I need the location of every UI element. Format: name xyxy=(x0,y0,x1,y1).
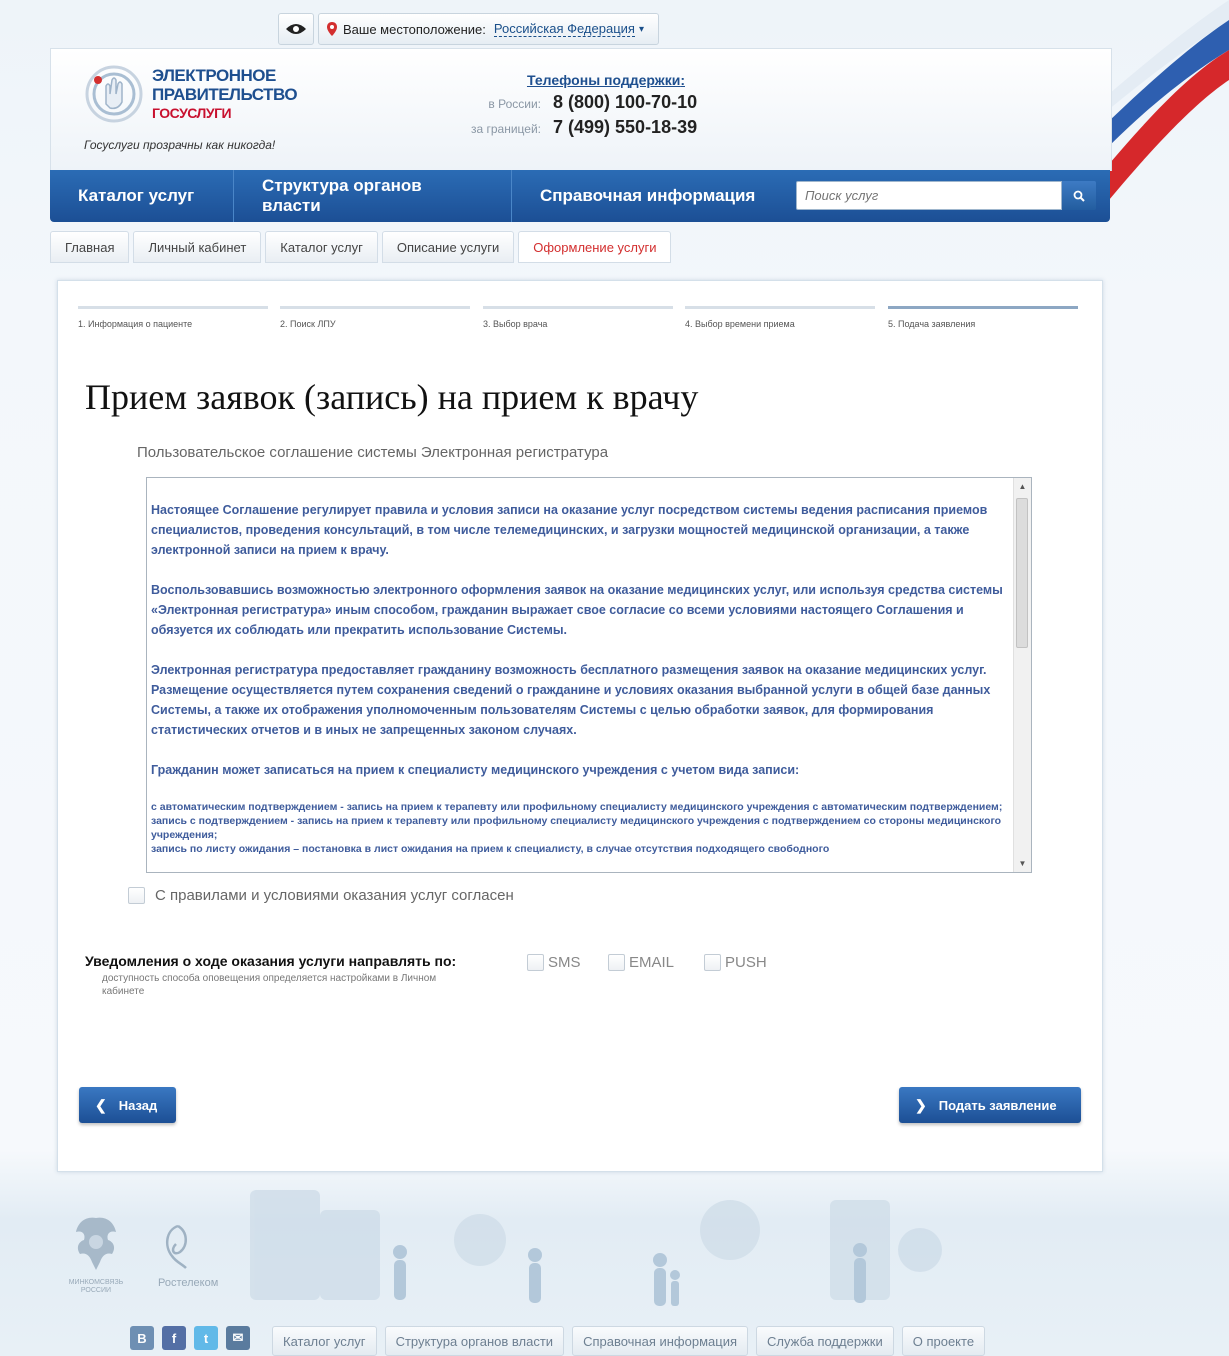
twitter-icon[interactable]: t xyxy=(194,1326,218,1350)
logo-text[interactable]: ЭЛЕКТРОННОЕ ПРАВИТЕЛЬСТВО ГОСУСЛУГИ xyxy=(152,66,298,123)
step-4: 4. Выбор времени приема xyxy=(685,306,875,329)
chevron-left-icon: ❮ xyxy=(95,1096,107,1113)
phone-label: в России: xyxy=(488,97,541,111)
breadcrumb-cabinet[interactable]: Личный кабинет xyxy=(133,231,262,263)
step-3: 3. Выбор врача xyxy=(483,306,673,329)
agreement-title: Пользовательское соглашение системы Элек… xyxy=(137,444,609,461)
location-selector[interactable]: Ваше местоположение: Российская Федераци… xyxy=(318,13,659,45)
vk-icon[interactable]: В xyxy=(130,1326,154,1350)
search-button[interactable] xyxy=(1062,181,1096,210)
push-label[interactable]: PUSH xyxy=(725,954,767,971)
logo-line2: ПРАВИТЕЛЬСТВО xyxy=(152,85,298,104)
mail-icon[interactable]: ✉ xyxy=(226,1326,250,1350)
slogan: Госуслуги прозрачны как никогда! xyxy=(84,138,276,152)
page-title: Прием заявок (запись) на прием к врачу xyxy=(85,377,699,417)
minsvyaz-label: МИНКОМСВЯЗЬ РОССИИ xyxy=(68,1279,124,1294)
breadcrumb-catalog[interactable]: Каталог услуг xyxy=(265,231,378,263)
footer-link-reference[interactable]: Справочная информация xyxy=(572,1326,748,1356)
agreement-paragraph: Электронная регистратура предоставляет г… xyxy=(151,663,991,737)
phone-row-abroad: за границей: 7 (499) 550-18-39 xyxy=(440,117,708,138)
rostelecom-logo[interactable]: Ростелеком xyxy=(158,1222,238,1289)
coat-of-arms-icon xyxy=(76,1217,116,1270)
step-1: 1. Информация о пациенте xyxy=(78,306,268,329)
location-bar: Ваше местоположение: Российская Федераци… xyxy=(278,13,659,45)
scroll-up-icon[interactable]: ▲ xyxy=(1014,478,1031,495)
logo-line3: ГОСУСЛУГИ xyxy=(152,105,232,121)
footer-link-catalog[interactable]: Каталог услуг xyxy=(272,1326,377,1356)
footer-illustration xyxy=(230,1180,1030,1325)
support-phones: Телефоны поддержки: в России: 8 (800) 10… xyxy=(440,72,720,138)
footer-link-support[interactable]: Служба поддержки xyxy=(756,1326,894,1356)
step-5: 5. Подача заявления xyxy=(888,306,1078,329)
back-button[interactable]: ❮ Назад xyxy=(79,1087,176,1123)
agreement-list-item: запись с подтверждением - запись на прие… xyxy=(151,815,1002,841)
agreement-scrollbar[interactable]: ▲ ▼ xyxy=(1013,478,1031,872)
logo-line1: ЭЛЕКТРОННОЕ xyxy=(152,66,276,85)
nav-reference[interactable]: Справочная информация xyxy=(512,170,784,222)
gosuslugi-logo-icon[interactable] xyxy=(84,64,144,124)
search-box xyxy=(796,181,1098,212)
facebook-icon[interactable]: f xyxy=(162,1326,186,1350)
location-pin-icon xyxy=(327,22,337,36)
agreement-paragraph: Настоящее Соглашение регулирует правила … xyxy=(151,503,988,557)
submit-button-label: Подать заявление xyxy=(938,1097,1057,1113)
scroll-down-icon[interactable]: ▼ xyxy=(1014,855,1031,872)
accessibility-button[interactable] xyxy=(278,13,314,45)
location-label: Ваше местоположение: xyxy=(343,21,486,37)
nav-structure[interactable]: Структура органов власти xyxy=(234,170,512,222)
breadcrumb: Главная Личный кабинет Каталог услуг Опи… xyxy=(50,231,672,263)
nav-catalog[interactable]: Каталог услуг xyxy=(50,170,234,222)
notify-hint: доступность способа оповещения определяе… xyxy=(102,973,437,997)
consent-label[interactable]: С правилами и условиями оказания услуг с… xyxy=(155,887,514,904)
breadcrumb-home[interactable]: Главная xyxy=(50,231,130,263)
scroll-thumb[interactable] xyxy=(1016,498,1028,648)
chevron-down-icon: ▾ xyxy=(638,23,644,35)
notify-push: PUSH xyxy=(704,954,767,971)
rostelecom-label: Ростелеком xyxy=(158,1277,219,1289)
eye-icon xyxy=(286,24,306,34)
notify-label: Уведомления о ходе оказания услуги напра… xyxy=(85,953,457,969)
sms-checkbox[interactable] xyxy=(527,954,544,971)
search-input[interactable] xyxy=(796,181,1062,210)
submit-button[interactable]: ❯ Подать заявление xyxy=(899,1087,1081,1123)
location-value[interactable]: Российская Федерация xyxy=(493,21,635,37)
step-2: 2. Поиск ЛПУ xyxy=(280,306,470,329)
phones-title[interactable]: Телефоны поддержки xyxy=(527,72,680,88)
sms-label[interactable]: SMS xyxy=(548,954,581,971)
back-button-label: Назад xyxy=(118,1097,158,1113)
footer-link-structure[interactable]: Структура органов власти xyxy=(384,1326,565,1356)
breadcrumb-current: Оформление услуги xyxy=(518,231,672,263)
footer-link-about[interactable]: О проекте xyxy=(901,1326,986,1356)
agreement-paragraph: Воспользовавшись возможностью электронно… xyxy=(151,583,1003,637)
agreement-paragraph: Гражданин может записаться на прием к сп… xyxy=(151,763,800,777)
notify-email: EMAIL xyxy=(608,954,674,971)
push-checkbox[interactable] xyxy=(704,954,721,971)
footer-links: В f t ✉ Каталог услуг Структура органов … xyxy=(130,1326,986,1356)
rostelecom-icon xyxy=(165,1224,187,1269)
phone-label: за границей: xyxy=(470,122,541,136)
agreement-textbox[interactable]: Настоящее Соглашение регулирует правила … xyxy=(146,477,1032,873)
minsvyaz-logo[interactable]: МИНКОМСВЯЗЬ РОССИИ xyxy=(66,1212,126,1295)
consent-row: С правилами и условиями оказания услуг с… xyxy=(128,887,514,904)
notify-sms: SMS xyxy=(527,954,581,971)
agreement-list-item: запись по листу ожидания – постановка в … xyxy=(151,843,830,855)
phone-row-russia: в России: 8 (800) 100-70-10 xyxy=(440,92,708,113)
consent-checkbox[interactable] xyxy=(128,887,145,904)
breadcrumb-description[interactable]: Описание услуги xyxy=(381,231,515,263)
email-label[interactable]: EMAIL xyxy=(629,954,674,971)
phone-value: 8 (800) 100-70-10 xyxy=(553,92,698,112)
agreement-text: Настоящее Соглашение регулирует правила … xyxy=(151,500,1007,856)
email-checkbox[interactable] xyxy=(608,954,625,971)
search-icon xyxy=(1073,190,1085,202)
chevron-right-icon: ❯ xyxy=(915,1096,927,1113)
phone-value: 7 (499) 550-18-39 xyxy=(553,117,698,137)
agreement-list-item: с автоматическим подтверждением - запись… xyxy=(151,801,1003,813)
